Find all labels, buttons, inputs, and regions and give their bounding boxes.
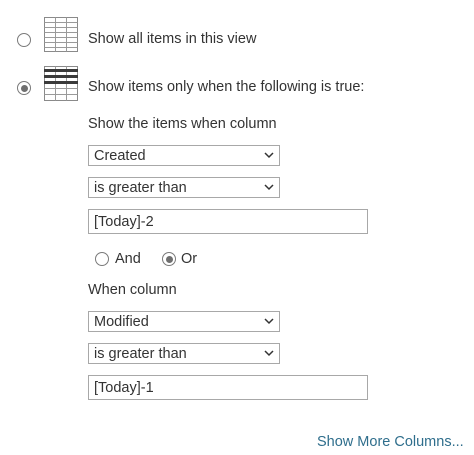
condition2-heading: When column [88,282,177,298]
show-more-columns-link[interactable]: Show More Columns... [317,433,464,451]
condition1-column-value: Created [94,148,146,164]
chevron-down-icon [264,350,274,357]
table-filter-icon [44,66,78,101]
radio-show-all[interactable] [17,33,31,47]
chevron-down-icon [264,152,274,159]
chevron-down-icon [264,318,274,325]
condition1-operator-value: is greater than [94,180,187,196]
or-label: Or [181,251,198,267]
and-label: And [115,251,141,267]
condition1-heading: Show the items when column [88,116,277,132]
radio-and[interactable] [95,252,109,266]
condition2-column-value: Modified [94,314,149,330]
condition2-operator-value: is greater than [94,346,187,362]
show-conditional-label: Show items only when the following is tr… [88,79,365,95]
condition2-column-select[interactable]: Modified [88,311,280,332]
condition2-value-input[interactable] [88,375,368,400]
radio-or[interactable] [162,252,176,266]
condition1-column-select[interactable]: Created [88,145,280,166]
condition1-operator-select[interactable]: is greater than [88,177,280,198]
condition1-value-input[interactable] [88,209,368,234]
chevron-down-icon [264,184,274,191]
radio-show-conditional[interactable] [17,81,31,95]
table-grid-icon [44,17,78,52]
show-all-label: Show all items in this view [88,31,257,47]
condition2-operator-select[interactable]: is greater than [88,343,280,364]
